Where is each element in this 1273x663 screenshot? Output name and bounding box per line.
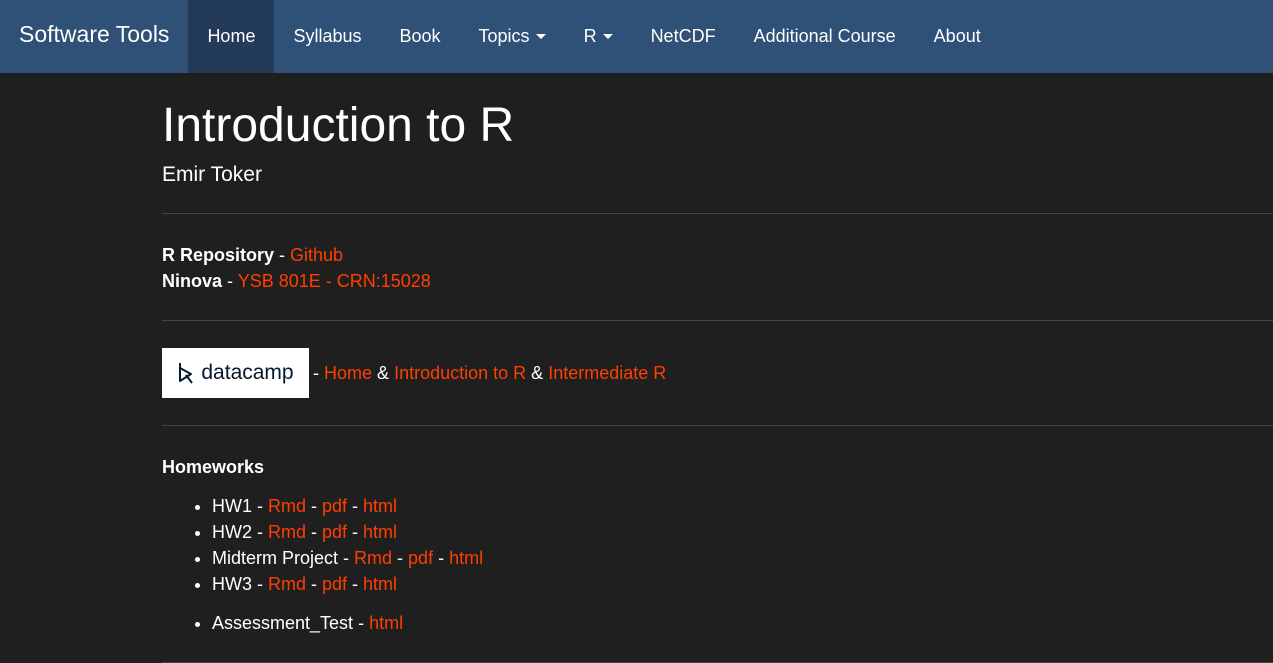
homework-name: HW1: [212, 496, 252, 516]
nav-items: Home Syllabus Book Topics R NetCDF Addit…: [188, 0, 999, 73]
rmd-link[interactable]: Rmd: [268, 574, 306, 594]
list-item: HW1 - Rmd - pdf - html: [212, 493, 1273, 519]
nav-about[interactable]: About: [915, 0, 1000, 73]
caret-down-icon: [535, 34, 546, 39]
nav-home[interactable]: Home: [188, 0, 275, 73]
separator: -: [392, 548, 409, 568]
html-link[interactable]: html: [449, 548, 483, 568]
nav-home-label: Home: [207, 26, 256, 46]
separator: -: [353, 613, 370, 633]
nav-r-dropdown[interactable]: R: [565, 0, 632, 73]
brand-link[interactable]: Software Tools: [0, 0, 188, 68]
separator: -: [306, 496, 323, 516]
ninova-label: Ninova: [162, 271, 223, 291]
homework-name: HW2: [212, 522, 252, 542]
separator: -: [306, 522, 323, 542]
datacamp-logo-text: datacamp: [201, 361, 294, 384]
pdf-link[interactable]: pdf: [408, 548, 433, 568]
ninova-course-link[interactable]: YSB 801E - CRN:15028: [238, 271, 431, 291]
r-repository-label: R Repository: [162, 245, 275, 265]
separator: -: [347, 522, 364, 542]
separator: -: [306, 574, 323, 594]
pdf-link[interactable]: pdf: [322, 574, 347, 594]
nav-syllabus[interactable]: Syllabus: [274, 0, 380, 73]
homeworks-heading: Homeworks: [162, 457, 265, 477]
list-item: Midterm Project - Rmd - pdf - html: [212, 545, 1273, 571]
nav-netcdf[interactable]: NetCDF: [632, 0, 735, 73]
r-repository-line: R Repository - Github: [162, 242, 1273, 268]
separator: -: [252, 522, 268, 542]
separator: -: [433, 548, 450, 568]
datacamp-logo: datacamp: [162, 348, 309, 398]
separator: -: [222, 271, 238, 291]
ampersand: &: [377, 362, 390, 383]
pdf-link[interactable]: pdf: [322, 522, 347, 542]
author-name: Emir Toker: [162, 163, 262, 186]
homework-name: HW3: [212, 574, 252, 594]
datacamp-intermediate-r-link[interactable]: Intermediate R: [548, 363, 666, 384]
assessment-name: Assessment_Test: [212, 613, 354, 633]
separator: -: [347, 496, 364, 516]
datacamp-home-link[interactable]: Home: [324, 363, 372, 384]
nav-netcdf-label: NetCDF: [650, 26, 716, 46]
main-content: Introduction to R Emir Toker R Repositor…: [162, 73, 1273, 663]
nav-about-label: About: [933, 26, 981, 46]
caret-down-icon: [602, 34, 613, 39]
nav-topics-label: Topics: [478, 26, 530, 46]
html-link[interactable]: html: [363, 574, 397, 594]
html-link[interactable]: html: [369, 613, 403, 633]
nav-topics-dropdown[interactable]: Topics: [460, 0, 565, 73]
nav-additional-course-label: Additional Course: [753, 26, 896, 46]
rmd-link[interactable]: Rmd: [268, 522, 306, 542]
page-title: Introduction to R: [162, 99, 515, 152]
ninova-line: Ninova - YSB 801E - CRN:15028: [162, 268, 1273, 294]
nav-r-label: R: [583, 26, 597, 46]
list-item: Assessment_Test - html: [212, 610, 1273, 636]
separator: -: [347, 574, 364, 594]
nav-book[interactable]: Book: [381, 0, 460, 73]
separator: -: [338, 548, 355, 568]
nav-syllabus-label: Syllabus: [293, 26, 362, 46]
top-navbar: Software Tools Home Syllabus Book Topics…: [0, 0, 1273, 73]
homework-list: HW1 - Rmd - pdf - html HW2 - Rmd - pdf -…: [162, 493, 1273, 597]
separator: -: [274, 245, 291, 265]
html-link[interactable]: html: [363, 522, 397, 542]
pdf-link[interactable]: pdf: [322, 496, 347, 516]
repo-section: R Repository - Github Ninova - YSB 801E …: [162, 214, 1273, 294]
nav-book-label: Book: [399, 26, 441, 46]
list-item: HW2 - Rmd - pdf - html: [212, 519, 1273, 545]
ampersand: &: [531, 362, 544, 383]
assessment-list: Assessment_Test - html: [162, 610, 1273, 636]
github-link[interactable]: Github: [290, 245, 343, 265]
datacamp-section: datacamp - Home & Introduction to R & In…: [162, 321, 1273, 398]
separator: -: [313, 362, 319, 383]
nav-additional-course[interactable]: Additional Course: [735, 0, 915, 73]
datacamp-logo-icon: [179, 363, 194, 384]
separator: -: [252, 496, 268, 516]
homework-name: Midterm Project: [212, 548, 339, 568]
datacamp-intro-r-link[interactable]: Introduction to R: [394, 363, 526, 384]
html-link[interactable]: html: [363, 496, 397, 516]
list-item: HW3 - Rmd - pdf - html: [212, 571, 1273, 597]
separator: -: [252, 574, 268, 594]
rmd-link[interactable]: Rmd: [354, 548, 392, 568]
rmd-link[interactable]: Rmd: [268, 496, 306, 516]
